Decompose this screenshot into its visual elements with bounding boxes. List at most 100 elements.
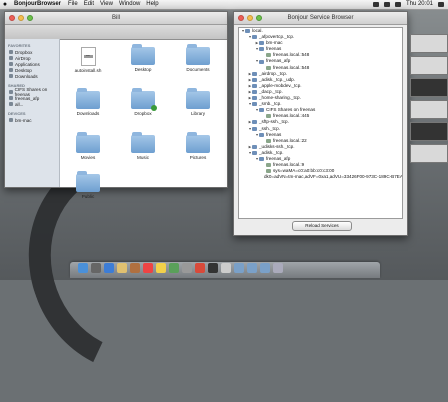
service-type-icon xyxy=(252,150,257,155)
screenshot-thumbnail[interactable] xyxy=(410,34,448,53)
screenshot-thumbnail[interactable] xyxy=(410,122,448,141)
folder-name: Pictures xyxy=(189,155,207,160)
sidebar-devices-header: DEVICES xyxy=(8,111,26,116)
reload-services-button[interactable]: Reload Services xyxy=(292,221,352,231)
terminal-dock-icon[interactable] xyxy=(208,263,218,273)
screenshot-thumbnail[interactable] xyxy=(410,56,448,75)
service-type-icon xyxy=(252,35,257,40)
sidebar-item-label: Dropbox xyxy=(15,49,33,55)
calendar-dock-icon[interactable] xyxy=(143,263,153,273)
app-menu[interactable]: BonjourBrowser xyxy=(10,0,65,9)
service-address-icon xyxy=(266,53,271,58)
menubar-clock[interactable]: Thu 20:01 xyxy=(406,0,433,9)
service-type-icon xyxy=(245,29,250,34)
folder-item[interactable]: Downloads xyxy=(68,88,108,116)
folder-icon xyxy=(76,132,100,153)
sync-check-icon xyxy=(151,105,157,111)
spotlight-search-icon[interactable] xyxy=(438,2,444,7)
finder-dock-icon[interactable] xyxy=(78,263,88,273)
system-preferences-dock-icon[interactable] xyxy=(182,263,192,273)
network-share-icon xyxy=(9,90,13,94)
bonjour-title: Bonjour Service Browser xyxy=(287,15,354,21)
messages-dock-icon[interactable] xyxy=(169,263,179,273)
service-type-icon xyxy=(252,144,257,149)
sidebar-item-label: all... xyxy=(15,101,24,107)
menu-bar: ● BonjourBrowser File Edit View Window H… xyxy=(0,0,448,10)
folder-icon xyxy=(186,132,210,153)
folder-name: Music xyxy=(137,155,149,160)
menu-window[interactable]: Window xyxy=(116,0,143,9)
file-item[interactable]: exec autoinstall.sh xyxy=(68,47,108,73)
sidebar-item-label: Applications xyxy=(15,61,40,67)
notes-dock-icon[interactable] xyxy=(156,263,166,273)
folder-name: Desktop xyxy=(134,67,152,72)
menu-help[interactable]: Help xyxy=(143,0,161,9)
mail-dock-icon[interactable] xyxy=(117,263,127,273)
finder-toolbar xyxy=(5,25,227,40)
sidebar-item-label: freenas_afp xyxy=(15,95,40,101)
service-type-icon xyxy=(252,83,257,88)
sidebar-item-downloads[interactable]: Downloads xyxy=(5,73,59,79)
service-type-icon xyxy=(259,157,264,162)
bonjour-titlebar[interactable]: Bonjour Service Browser xyxy=(234,12,407,25)
folder-item[interactable]: Public xyxy=(68,171,108,199)
folder-item[interactable]: Music xyxy=(123,132,163,160)
wifi-icon[interactable] xyxy=(383,2,390,7)
network-share-icon xyxy=(9,102,13,106)
folder-item[interactable]: Pictures xyxy=(178,132,218,160)
chrome-dock-icon[interactable] xyxy=(195,263,205,273)
preview-dock-icon[interactable] xyxy=(221,263,231,273)
service-type-icon xyxy=(259,108,264,113)
service-type-icon xyxy=(259,47,264,52)
menu-edit[interactable]: Edit xyxy=(81,0,97,9)
service-address-icon xyxy=(266,114,271,119)
doc-badge: exec xyxy=(83,55,93,58)
folder-item[interactable]: Desktop xyxy=(123,44,163,72)
folder-name: Downloads xyxy=(76,111,100,116)
dock-items xyxy=(78,263,283,273)
screenshot-thumbnail[interactable] xyxy=(410,100,448,119)
service-tree[interactable]: ▼ local. ▼ _afpovertcp._tcp. ▶ bm-mac ▼ freenas… xyxy=(238,27,403,219)
folder-item[interactable]: Library xyxy=(178,88,218,116)
folder-name: Public xyxy=(81,194,95,199)
menu-file[interactable]: File xyxy=(65,0,81,9)
finder-titlebar[interactable]: Bill xyxy=(5,12,227,25)
sidebar-item-all[interactable]: all... xyxy=(5,101,59,107)
downloads-stack-dock-icon[interactable] xyxy=(234,263,244,273)
contacts-dock-icon[interactable] xyxy=(130,263,140,273)
sidebar-item-label: bm-mac xyxy=(15,117,32,123)
computer-icon xyxy=(9,118,13,122)
folder-item[interactable]: Dropbox xyxy=(123,88,163,116)
service-type-icon xyxy=(252,71,257,76)
launchpad-dock-icon[interactable] xyxy=(91,263,101,273)
menu-view[interactable]: View xyxy=(97,0,116,9)
service-type-icon xyxy=(252,89,257,94)
desktop-thumbnails xyxy=(410,34,448,166)
folder-name: Movies xyxy=(80,155,96,160)
folder-icon xyxy=(131,88,157,111)
safari-dock-icon[interactable] xyxy=(104,263,114,273)
folder-icon xyxy=(186,44,210,65)
screenshot-thumbnail[interactable] xyxy=(410,78,448,97)
document-icon: exec xyxy=(80,47,96,66)
service-type-icon xyxy=(252,120,257,125)
service-tree-row[interactable]: dk0=adVN=tm-mac,adVF=0xa1,adVU=33426F00-… xyxy=(239,174,402,180)
dropbox-status-icon[interactable] xyxy=(372,2,379,7)
service-type-icon xyxy=(259,59,264,64)
sidebar-item-bm-mac[interactable]: bm-mac xyxy=(5,117,59,123)
documents-stack-dock-icon[interactable] xyxy=(247,263,257,273)
file-name: autoinstall.sh xyxy=(74,68,102,73)
desktop-icon xyxy=(9,68,13,72)
screenshot-thumbnail[interactable] xyxy=(410,144,448,163)
service-type-icon xyxy=(252,77,257,82)
downloads-icon xyxy=(9,74,13,78)
apple-menu-icon[interactable]: ● xyxy=(0,0,10,9)
finder-sidebar: FAVORITES Dropbox AirDrop Applications D… xyxy=(5,39,60,187)
folder-item[interactable]: Documents xyxy=(178,44,218,72)
folder-icon xyxy=(131,132,155,153)
folder-item[interactable]: Movies xyxy=(68,132,108,160)
trash-dock-icon[interactable] xyxy=(273,263,283,273)
applications-stack-dock-icon[interactable] xyxy=(260,263,270,273)
volume-icon[interactable] xyxy=(394,2,401,7)
service-address-icon xyxy=(266,169,271,174)
